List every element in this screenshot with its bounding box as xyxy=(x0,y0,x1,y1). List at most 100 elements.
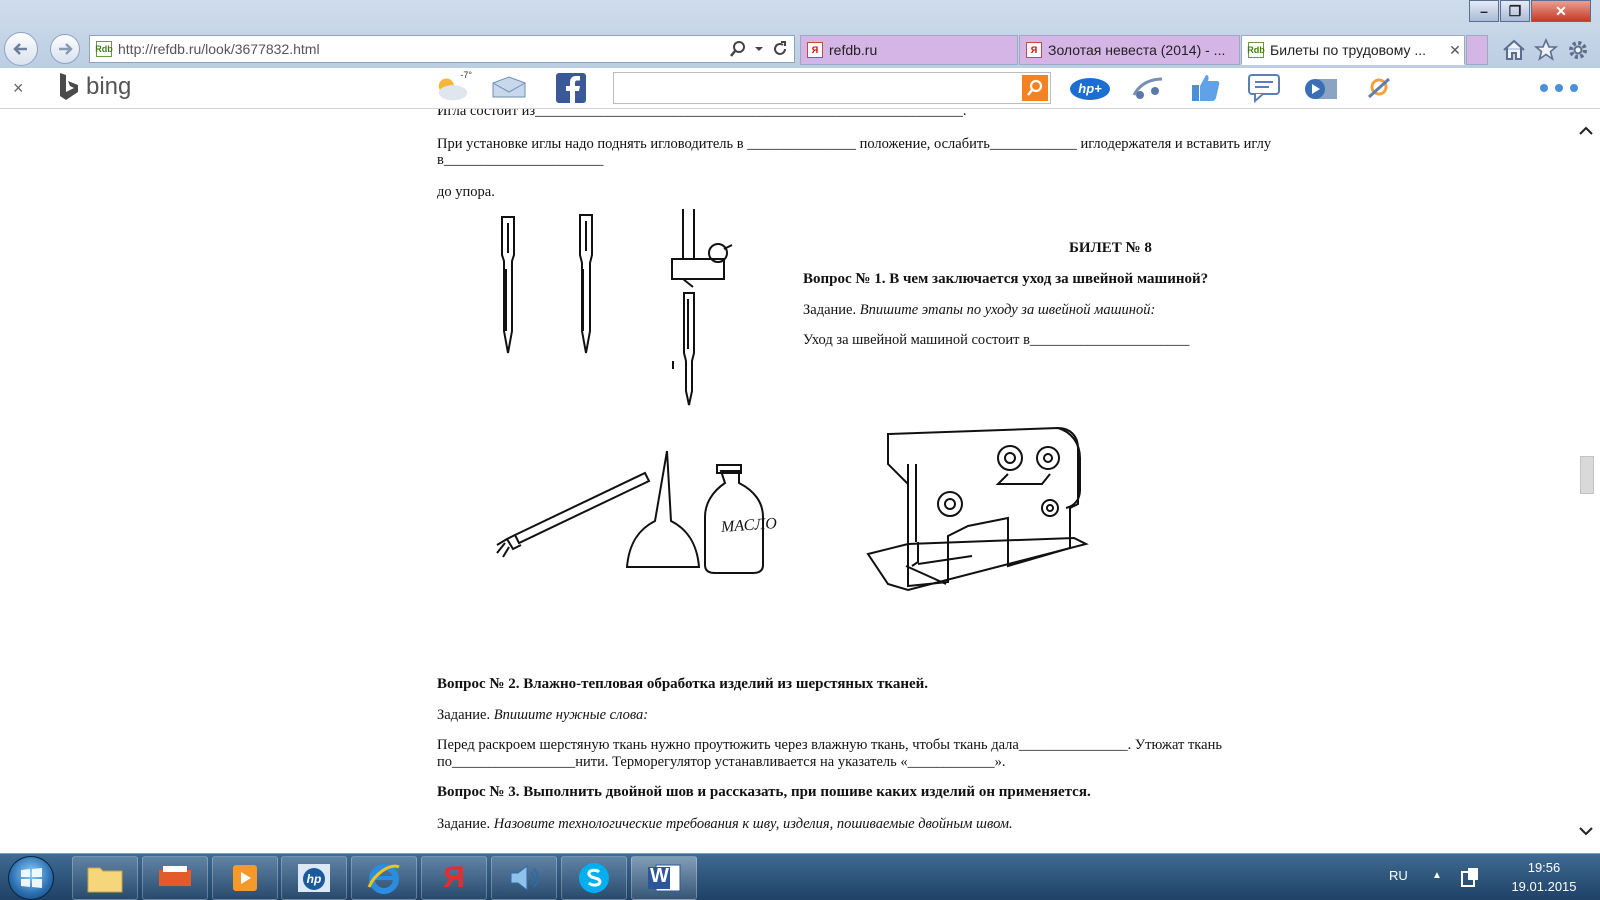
question-3-task: Задание. Назовите технологические требов… xyxy=(437,816,1013,833)
address-bar[interactable]: Rdb http://refdb.ru/look/3677832.html xyxy=(89,35,795,63)
question-3: Вопрос № 3. Выполнить двойной шов и расс… xyxy=(437,784,1091,800)
weather-icon[interactable]: -7° xyxy=(434,70,472,106)
music-icon[interactable] xyxy=(1129,70,1167,106)
folder-icon xyxy=(87,867,123,893)
bing-search-input[interactable] xyxy=(613,72,1051,104)
refdb-favicon-icon: Rdb xyxy=(95,41,113,57)
tab-refdb[interactable]: Я refdb.ru xyxy=(800,35,1018,65)
back-arrow-icon xyxy=(13,43,27,55)
task-label: Задание. xyxy=(803,302,857,318)
network-icon[interactable] xyxy=(1460,866,1480,888)
settings-gear-icon[interactable] xyxy=(1564,36,1592,64)
start-button[interactable] xyxy=(8,856,54,900)
needle-install-line-3: до упора. xyxy=(437,184,495,200)
media-player-icon xyxy=(233,865,257,891)
bing-search-button[interactable] xyxy=(1022,75,1048,101)
search-icon xyxy=(1027,79,1043,96)
new-tab-button[interactable] xyxy=(1466,35,1488,65)
needle-parts-line: Игла состоит из_________________________… xyxy=(437,109,967,119)
chat-bubble-icon[interactable] xyxy=(1245,70,1283,106)
forward-arrow-icon xyxy=(59,43,73,55)
word-letter: W xyxy=(650,865,669,887)
question-2: Вопрос № 2. Влажно-тепловая обработка из… xyxy=(437,676,929,692)
favorites-star-icon[interactable] xyxy=(1532,36,1560,64)
clock-time: 19:56 xyxy=(1527,860,1561,875)
task-label: Задание. xyxy=(437,816,491,832)
home-icon[interactable] xyxy=(1500,36,1528,64)
scroll-thumb[interactable] xyxy=(1580,456,1594,494)
browser-titlebar: Rdb http://refdb.ru/look/3677832.html Я … xyxy=(0,0,1600,68)
taskbar-internet-explorer[interactable] xyxy=(351,856,417,900)
internet-explorer-icon xyxy=(367,864,400,894)
task-text: Впишите этапы по уходу за швейной машино… xyxy=(859,302,1156,318)
bing-more-icon[interactable] xyxy=(1540,84,1578,92)
url-text[interactable]: http://refdb.ru/look/3677832.html xyxy=(118,41,726,57)
taskbar-explorer[interactable] xyxy=(72,856,138,900)
question-1-answer-line: Уход за швейной машиной состоит в_______… xyxy=(803,332,1190,348)
horoscope-icon[interactable] xyxy=(1361,70,1399,106)
search-icon[interactable] xyxy=(726,37,750,61)
task-text: Впишите нужные слова: xyxy=(493,707,649,723)
task-text: Назовите технологические требования к шв… xyxy=(493,816,1013,832)
needle-install-line-2: в______________________ xyxy=(437,152,604,168)
tab-bilety-active[interactable]: Rdb Билеты по трудовому ... ✕ xyxy=(1241,35,1465,65)
minimize-button[interactable]: – xyxy=(1469,0,1499,22)
thumbs-up-icon[interactable] xyxy=(1187,70,1225,106)
question-2-task: Задание. Впишите нужные слова: xyxy=(437,707,648,724)
needle-install-line-1: При установке иглы надо поднять игловоди… xyxy=(437,136,1272,152)
page-content: Игла состоит из_________________________… xyxy=(0,109,1572,853)
hp-plus-label: hp+ xyxy=(1078,80,1102,96)
scroll-up-arrow-icon[interactable] xyxy=(1578,123,1594,139)
maximize-button[interactable]: ❐ xyxy=(1500,0,1530,22)
taskbar-media-player[interactable] xyxy=(212,856,278,900)
forward-button[interactable] xyxy=(50,34,80,64)
mail-envelope-icon[interactable] xyxy=(490,70,528,106)
yandex-icon: Я xyxy=(443,861,465,894)
taskbar-yandex-browser[interactable]: Я xyxy=(421,856,487,900)
video-film-icon[interactable] xyxy=(1302,70,1340,106)
scroll-down-arrow-icon[interactable] xyxy=(1578,823,1594,839)
tab-label: Золотая невеста (2014) - ... xyxy=(1048,42,1226,58)
sewing-machine-illustration xyxy=(866,426,1089,592)
presentation-icon xyxy=(159,866,191,886)
speaker-icon xyxy=(510,864,539,892)
taskbar-word[interactable]: W xyxy=(631,856,697,900)
taskbar-hp[interactable]: hp xyxy=(281,856,347,900)
hp-plus-icon[interactable]: hp+ xyxy=(1068,70,1112,106)
close-window-button[interactable]: ✕ xyxy=(1531,0,1591,22)
vertical-scrollbar[interactable] xyxy=(1572,109,1600,853)
bing-logo[interactable]: bing xyxy=(58,72,131,102)
taskbar-audio[interactable] xyxy=(491,856,557,900)
bing-bar-close-button[interactable]: × xyxy=(13,78,24,99)
windows-taskbar: hp Я W RU ▲ 19:56 19.01.2015 xyxy=(0,853,1600,900)
hp-text: hp xyxy=(306,872,322,886)
bing-toolbar: × bing -7° hp+ xyxy=(0,68,1600,109)
skype-icon xyxy=(579,863,609,893)
tab-label: refdb.ru xyxy=(829,42,878,58)
question-1: Вопрос № 1. В чем заключается уход за шв… xyxy=(803,271,1209,287)
taskbar-skype[interactable] xyxy=(561,856,627,900)
refdb-favicon-icon: Rdb xyxy=(1247,42,1265,58)
facebook-icon[interactable] xyxy=(552,70,590,106)
weather-temperature: -7° xyxy=(460,70,472,80)
tab-zolotaya-nevesta[interactable]: Я Золотая невеста (2014) - ... xyxy=(1019,35,1240,65)
question-2-line-2: по_________________нити. Терморегулятор … xyxy=(437,754,1006,770)
task-label: Задание. xyxy=(437,707,491,723)
show-hidden-icons-icon[interactable]: ▲ xyxy=(1432,870,1442,881)
tab-label: Билеты по трудовому ... xyxy=(1270,42,1427,58)
back-button[interactable] xyxy=(4,32,38,66)
clock-date: 19.01.2015 xyxy=(1511,879,1577,894)
bing-wordmark: bing xyxy=(86,73,132,100)
refresh-icon[interactable] xyxy=(768,37,792,61)
yandex-favicon-icon: Я xyxy=(807,42,823,58)
dropdown-arrow-icon[interactable] xyxy=(752,37,766,61)
windows-logo-icon xyxy=(21,868,42,888)
system-clock[interactable]: 19:56 19.01.2015 xyxy=(1498,858,1590,896)
taskbar-presentation[interactable] xyxy=(142,856,208,900)
yandex-favicon-icon: Я xyxy=(1026,42,1042,58)
bing-b-icon xyxy=(60,73,78,100)
question-2-line-1: Перед раскроем шерстяную ткань нужно про… xyxy=(437,737,1222,753)
question-1-task: Задание. Впишите этапы по уходу за швейн… xyxy=(803,302,1155,319)
tab-close-icon[interactable]: ✕ xyxy=(1446,42,1464,59)
language-indicator[interactable]: RU xyxy=(1389,868,1408,883)
